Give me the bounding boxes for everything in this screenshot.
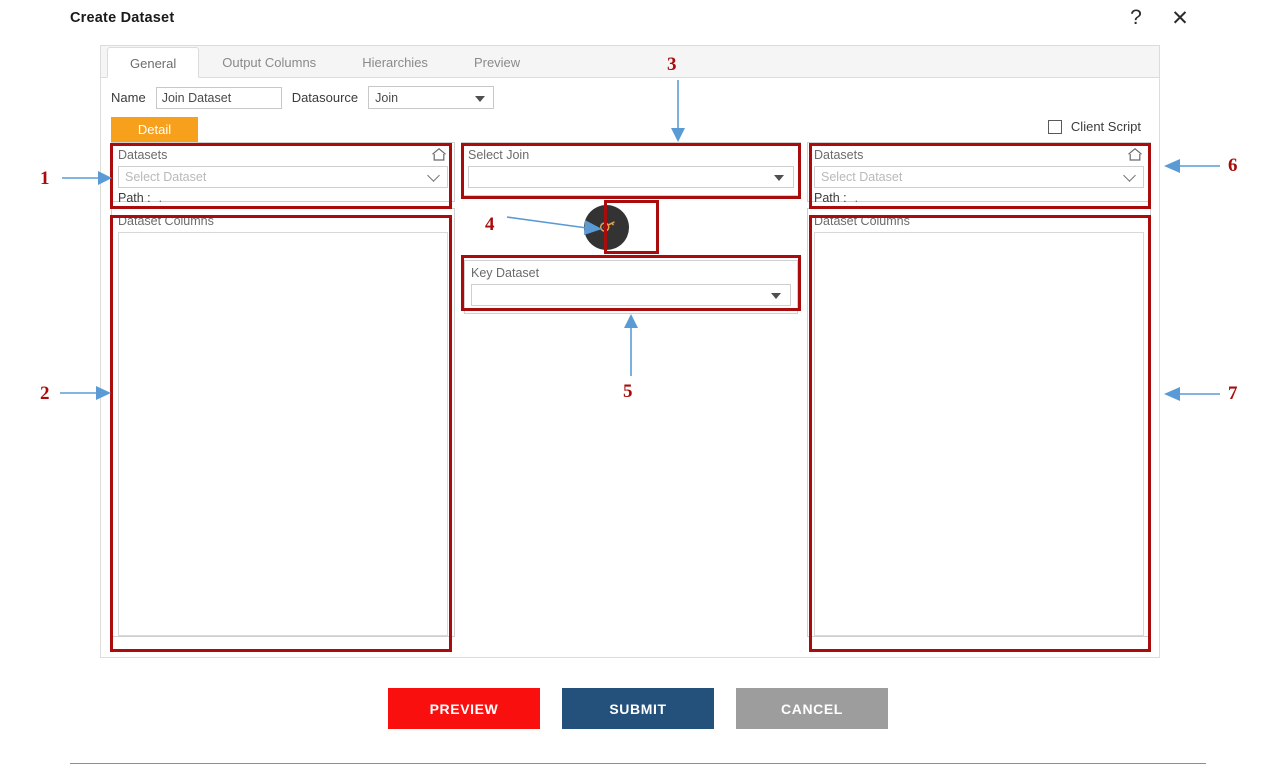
left-path-label: Path : — [118, 191, 151, 205]
select-join-label: Select Join — [468, 148, 530, 162]
name-input[interactable] — [155, 86, 282, 109]
annotation-number-4: 4 — [485, 214, 495, 235]
right-path-row: Path :. — [814, 191, 1144, 205]
left-dataset-select[interactable]: Select Dataset — [118, 166, 448, 188]
tab-preview[interactable]: Preview — [451, 46, 543, 77]
form-row: Name Datasource Join — [111, 86, 495, 109]
datasource-select[interactable]: Join — [368, 86, 495, 109]
left-datasets-group: Datasets Select Dataset Path :. — [111, 142, 455, 205]
annotation-number-2: 2 — [40, 383, 50, 404]
chevron-down-icon — [475, 95, 486, 102]
annotation-arrow-7 — [1164, 387, 1220, 401]
select-join-group: Select Join — [461, 142, 801, 196]
annotation-number-7: 7 — [1228, 383, 1238, 404]
cancel-button[interactable]: CANCEL — [736, 688, 888, 729]
submit-button[interactable]: SUBMIT — [562, 688, 714, 729]
tab-output-columns[interactable]: Output Columns — [199, 46, 339, 77]
right-datasets-group: Datasets Select Dataset Path :. — [807, 142, 1151, 205]
tab-hierarchies[interactable]: Hierarchies — [339, 46, 451, 77]
key-dataset-dropdown[interactable] — [471, 284, 791, 306]
chevron-down-icon — [771, 293, 781, 299]
right-columns-listbox[interactable] — [814, 232, 1144, 636]
client-script-checkbox[interactable]: Client Script — [1047, 119, 1141, 134]
left-datasets-label: Datasets — [118, 148, 168, 162]
footer-buttons: PREVIEW SUBMIT CANCEL — [0, 688, 1276, 729]
checkbox-box[interactable] — [1047, 119, 1062, 134]
select-join-dropdown[interactable] — [468, 166, 794, 188]
right-dataset-select-placeholder: Select Dataset — [821, 170, 903, 184]
middle-column: Select Join Key Dataset — [461, 142, 801, 314]
key-dataset-label: Key Dataset — [471, 266, 540, 280]
right-dataset-select[interactable]: Select Dataset — [814, 166, 1144, 188]
left-columns-label: Dataset Columns — [118, 214, 214, 228]
tab-general[interactable]: General — [107, 47, 200, 78]
annotation-arrow-4 — [506, 216, 602, 235]
annotation-arrow-3 — [671, 80, 685, 142]
annotation-arrow-2 — [60, 386, 111, 400]
chevron-down-icon — [1125, 171, 1136, 182]
annotation-number-5: 5 — [623, 381, 633, 402]
right-columns-group: Dataset Columns — [807, 208, 1151, 637]
left-columns-group: Dataset Columns — [111, 208, 455, 637]
close-icon[interactable]: ✕ — [1168, 6, 1192, 30]
left-column: Datasets Select Dataset Path :. Dataset … — [111, 142, 455, 637]
left-path-value: . — [158, 191, 163, 205]
preview-button[interactable]: PREVIEW — [388, 688, 540, 729]
tab-bar: General Output Columns Hierarchies Previ… — [101, 46, 1159, 78]
titlebar-icons: ? ✕ — [1124, 6, 1192, 30]
detail-tab[interactable]: Detail — [111, 117, 198, 142]
chevron-down-icon — [429, 171, 440, 182]
annotation-number-6: 6 — [1228, 155, 1238, 176]
annotation-arrow-1 — [62, 171, 112, 185]
page-title: Create Dataset — [70, 10, 175, 26]
chevron-down-icon — [774, 175, 784, 181]
annotation-number-3: 3 — [667, 54, 677, 75]
home-icon[interactable] — [1127, 147, 1143, 162]
right-datasets-label: Datasets — [814, 148, 864, 162]
client-script-label: Client Script — [1070, 119, 1141, 134]
right-path-value: . — [854, 191, 859, 205]
right-column: Datasets Select Dataset Path :. Dataset … — [807, 142, 1151, 637]
home-icon[interactable] — [431, 147, 447, 162]
left-columns-listbox[interactable] — [118, 232, 448, 636]
annotation-arrow-5 — [624, 314, 638, 376]
datasource-select-value: Join — [375, 90, 399, 105]
right-columns-label: Dataset Columns — [814, 214, 910, 228]
left-path-row: Path :. — [118, 191, 448, 205]
right-path-label: Path : — [814, 191, 847, 205]
bottom-divider — [70, 763, 1206, 764]
question-mark-icon[interactable]: ? — [1124, 6, 1148, 30]
annotation-arrow-6 — [1164, 159, 1220, 173]
left-dataset-select-placeholder: Select Dataset — [125, 170, 207, 184]
annotation-number-1: 1 — [40, 168, 50, 189]
key-dataset-group: Key Dataset — [464, 260, 798, 314]
name-label: Name — [111, 90, 146, 105]
datasource-label: Datasource — [291, 90, 359, 105]
